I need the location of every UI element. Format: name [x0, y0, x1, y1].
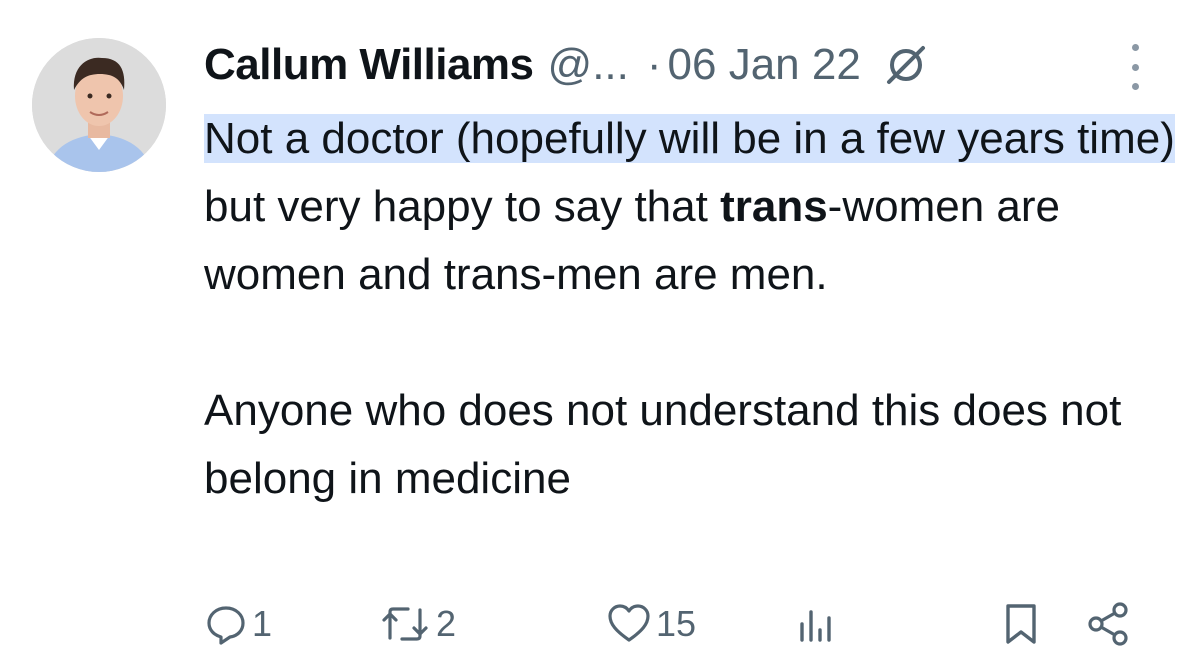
bookmark-button[interactable] — [1002, 596, 1040, 652]
more-options-icon[interactable] — [1120, 44, 1150, 90]
like-button[interactable]: 15 — [606, 596, 696, 652]
retweet-count: 2 — [436, 603, 457, 644]
author-handle[interactable]: @... — [548, 40, 629, 90]
like-count: 15 — [656, 603, 697, 644]
heart-icon — [606, 602, 652, 646]
tweet-header: Callum Williams @... · 06 Jan 22 — [204, 40, 929, 90]
bold-text: trans — [720, 182, 828, 231]
tweet: Callum Williams @... · 06 Jan 22 Not a d… — [0, 0, 1200, 666]
tweet-paragraph-1: Not a doctor (hopefully will be in a few… — [204, 105, 1184, 309]
retweet-button[interactable]: 2 — [380, 596, 456, 652]
body-text-segment: but very happy to say that — [204, 182, 721, 231]
retweet-icon — [380, 602, 432, 646]
avatar[interactable] — [32, 38, 166, 172]
bookmark-icon — [1002, 602, 1040, 646]
profile-photo-icon — [32, 38, 166, 172]
views-icon — [796, 602, 836, 646]
tweet-actions: 1 2 15 — [204, 596, 1144, 652]
reply-button[interactable]: 1 — [204, 596, 272, 652]
views-button[interactable] — [796, 596, 836, 652]
highlighted-text: Not a doctor (hopefully will be in a few… — [204, 114, 1175, 163]
grok-icon[interactable] — [883, 42, 929, 88]
share-icon — [1086, 601, 1132, 647]
author-display-name[interactable]: Callum Williams — [204, 40, 534, 90]
header-separator: · — [646, 40, 662, 89]
reply-count: 1 — [252, 603, 273, 644]
tweet-body: Not a doctor (hopefully will be in a few… — [204, 105, 1184, 513]
reply-icon — [204, 602, 248, 646]
tweet-paragraph-2: Anyone who does not understand this does… — [204, 386, 1122, 503]
share-button[interactable] — [1086, 596, 1132, 652]
tweet-date[interactable]: 06 Jan 22 — [668, 40, 861, 90]
